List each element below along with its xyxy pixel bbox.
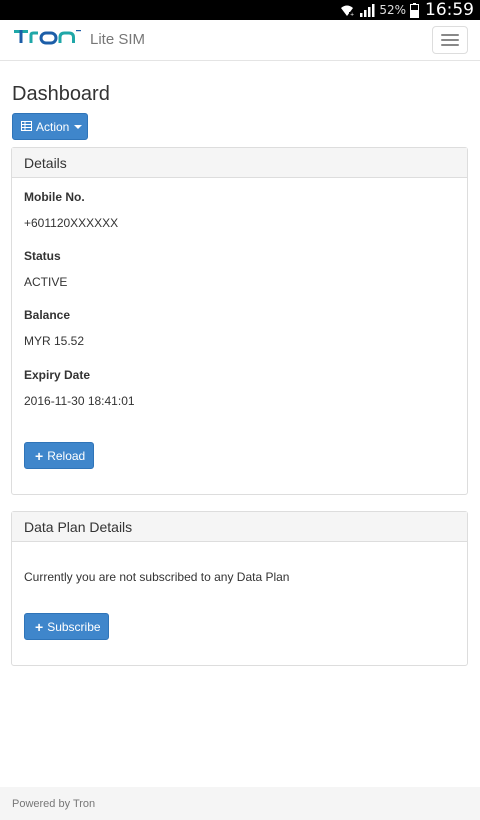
expiry-date-label: Expiry Date xyxy=(24,368,91,382)
mobile-no-value: +601120XXXXXX xyxy=(24,216,119,230)
data-plan-message: Currently you are not subscribed to any … xyxy=(24,570,290,584)
hamburger-menu-button[interactable] xyxy=(432,26,468,54)
expiry-date-value: 2016-11-30 18:41:01 xyxy=(24,394,135,408)
battery-percent: 52% xyxy=(379,3,406,17)
footer-text: Powered by Tron xyxy=(12,797,96,810)
svg-text:+: + xyxy=(350,12,354,17)
footer: Powered by Tron xyxy=(0,787,480,820)
table-icon xyxy=(21,120,32,134)
hamburger-icon-bar xyxy=(441,34,459,36)
status-bar: + 52% 16:59 xyxy=(0,0,480,20)
balance-label: Balance xyxy=(24,308,71,322)
mobile-no-label: Mobile No. xyxy=(24,190,85,204)
navbar: Lite SIM xyxy=(0,20,480,61)
data-plan-body: Currently you are not subscribed to any … xyxy=(12,542,467,665)
battery-icon xyxy=(410,2,419,18)
reload-button[interactable]: + Reload xyxy=(24,442,94,469)
plus-icon: + xyxy=(35,447,44,464)
tron-logo xyxy=(14,28,82,51)
details-heading: Details xyxy=(12,148,467,178)
action-dropdown-button[interactable]: Action xyxy=(12,113,88,140)
status-value: ACTIVE xyxy=(24,275,68,289)
caret-down-icon xyxy=(74,124,83,129)
data-plan-panel: Data Plan Details Currently you are not … xyxy=(11,511,468,666)
signal-icon xyxy=(359,3,375,17)
status-label: Status xyxy=(24,249,61,263)
wifi-icon: + xyxy=(339,3,355,17)
details-body: Mobile No. +601120XXXXXX Status ACTIVE B… xyxy=(12,178,467,494)
brand[interactable]: Lite SIM xyxy=(14,28,145,51)
subscribe-label: Subscribe xyxy=(47,619,101,634)
clock: 16:59 xyxy=(425,0,474,20)
hamburger-icon-bar xyxy=(441,39,459,41)
subscribe-button[interactable]: + Subscribe xyxy=(24,613,109,640)
reload-label: Reload xyxy=(47,448,86,463)
data-plan-heading: Data Plan Details xyxy=(12,512,467,542)
details-panel: Details Mobile No. +601120XXXXXX Status … xyxy=(11,147,468,495)
brand-text: Lite SIM xyxy=(90,31,146,48)
hamburger-icon-bar xyxy=(441,44,459,46)
balance-value: MYR 15.52 xyxy=(24,334,85,348)
action-label: Action xyxy=(36,119,70,134)
plus-icon: + xyxy=(35,618,44,635)
page-title: Dashboard xyxy=(12,83,110,105)
